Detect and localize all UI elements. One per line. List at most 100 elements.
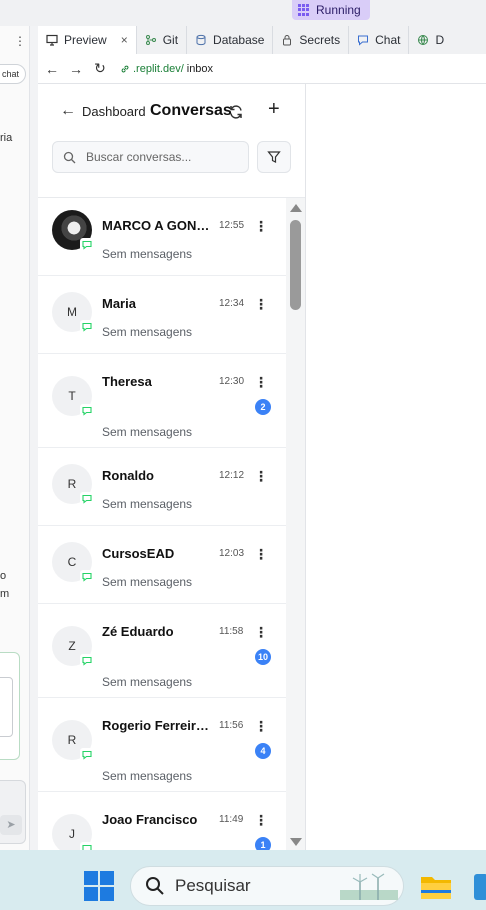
windows-start-icon[interactable] <box>84 871 114 901</box>
tab-git[interactable]: Git <box>137 26 188 54</box>
url-field[interactable]: .replit.dev/inbox <box>120 63 213 75</box>
message-preview: Sem mensagens <box>102 769 193 783</box>
browser-icon[interactable] <box>474 874 486 900</box>
conversation-item[interactable]: J Joao Francisco 11:49 ⋮ 1 <box>38 792 286 850</box>
whatsapp-chat-icon <box>80 320 94 334</box>
reload-icon[interactable]: ↻ <box>88 60 112 77</box>
avatar: R <box>52 720 94 762</box>
send-icon[interactable]: ➤ <box>0 815 22 835</box>
contact-name: Theresa <box>102 374 152 389</box>
conversation-item[interactable]: R Rogerio Ferreira🎻 11:56 ⋮ 4 Sem mensagens <box>38 698 286 792</box>
tab-preview[interactable]: Preview × <box>38 26 137 54</box>
url-path: inbox <box>186 62 214 75</box>
tab-label: Secrets <box>299 33 341 47</box>
whatsapp-chat-icon <box>80 404 94 418</box>
message-preview: Sem mensagens <box>102 675 193 689</box>
message-time: 12:55 <box>219 220 245 231</box>
scroll-up-arrow[interactable] <box>290 204 302 212</box>
tab-label: Git <box>162 33 179 47</box>
chat-icon <box>358 35 369 46</box>
avatar-initial: R <box>67 733 77 747</box>
panel-menu-icon[interactable]: ⋮ <box>14 34 26 48</box>
text-fragment: ria <box>0 132 13 144</box>
tab-secrets[interactable]: Secrets <box>273 26 350 54</box>
tab-label: Preview <box>64 33 107 47</box>
message-time: 12:12 <box>219 470 245 481</box>
chat-pill[interactable]: chat <box>0 64 26 84</box>
avatar: C <box>52 542 94 584</box>
avatar-initial: M <box>67 305 77 319</box>
unread-badge: 1 <box>255 837 271 850</box>
conversation-item[interactable]: T Theresa 12:30 ⋮ 2 Sem mensagens <box>38 354 286 448</box>
more-options-icon[interactable]: ⋮ <box>254 719 268 733</box>
search-icon <box>63 151 76 163</box>
tab-label: Chat <box>375 33 401 47</box>
back-arrow-icon[interactable]: ← <box>60 102 76 120</box>
message-time: 11:49 <box>219 814 244 825</box>
more-options-icon[interactable]: ⋮ <box>254 469 268 483</box>
page-title: Conversas <box>150 102 232 119</box>
message-time: 11:58 <box>219 626 244 637</box>
message-time: 12:34 <box>219 298 245 309</box>
message-time: 12:03 <box>219 548 245 559</box>
conversation-item[interactable]: R Ronaldo 12:12 ⋮ Sem mensagens <box>38 448 286 526</box>
conversation-item[interactable]: MARCO A GONC... 12:55 ⋮ Sem mensagens <box>38 198 286 276</box>
git-icon <box>145 35 156 45</box>
avatar <box>52 210 94 252</box>
more-options-icon[interactable]: ⋮ <box>254 375 268 389</box>
lock-icon <box>283 35 292 46</box>
globe-icon <box>418 35 429 45</box>
dashboard-link[interactable]: Dashboard <box>82 104 146 119</box>
wind-turbine-icon <box>340 873 398 900</box>
back-arrow-icon[interactable]: ← <box>40 61 64 77</box>
agent-textarea[interactable] <box>0 677 13 737</box>
whatsapp-chat-icon <box>80 492 94 506</box>
text-fragment: m <box>0 588 10 600</box>
scroll-down-arrow[interactable] <box>290 838 302 846</box>
contact-name: Rogerio Ferreira🎻 <box>102 718 216 733</box>
more-options-icon[interactable]: ⋮ <box>254 219 268 233</box>
forward-arrow-icon[interactable]: → <box>64 61 88 77</box>
monitor-icon <box>46 34 58 46</box>
new-conversation-button[interactable]: + <box>268 98 280 121</box>
close-icon[interactable]: × <box>121 33 128 47</box>
message-preview: Sem mensagens <box>102 497 193 511</box>
avatar: T <box>52 376 94 418</box>
agent-input-box <box>0 652 20 760</box>
avatar: R <box>52 464 94 506</box>
message-time: 12:30 <box>219 376 245 387</box>
tab-label: Database <box>213 33 265 47</box>
avatar-initial: J <box>69 827 75 841</box>
conversation-item[interactable]: C CursosEAD 12:03 ⋮ Sem mensagens <box>38 526 286 604</box>
whatsapp-chat-icon <box>80 842 94 850</box>
filter-button[interactable] <box>257 141 291 173</box>
contact-name: MARCO A GONC... <box>102 218 216 233</box>
contact-name: Joao Francisco <box>102 812 198 827</box>
database-icon <box>196 34 206 46</box>
conversation-item[interactable]: Z Zé Eduardo 11:58 ⋮ 10 Sem mensagens <box>38 604 286 698</box>
scrollbar[interactable] <box>286 198 305 850</box>
scroll-thumb[interactable] <box>290 220 301 310</box>
search-input[interactable] <box>86 150 236 164</box>
tab-database[interactable]: Database <box>187 26 274 54</box>
run-status-indicator[interactable]: Running <box>292 0 370 20</box>
more-options-icon[interactable]: ⋮ <box>254 625 268 639</box>
message-preview: Sem mensagens <box>102 425 193 439</box>
tab-deploy[interactable]: D <box>409 26 452 54</box>
more-options-icon[interactable]: ⋮ <box>254 547 268 561</box>
whatsapp-chat-icon <box>80 654 94 668</box>
more-options-icon[interactable]: ⋮ <box>254 813 268 827</box>
conversation-item[interactable]: M Maria 12:34 ⋮ Sem mensagens <box>38 276 286 354</box>
windows-taskbar: Pesquisar <box>0 850 486 910</box>
whatsapp-chat-icon <box>80 570 94 584</box>
refresh-icon[interactable] <box>228 104 244 120</box>
running-grid-icon <box>298 4 310 16</box>
app-header: ← Dashboard Conversas + <box>38 84 305 142</box>
message-preview: Sem mensagens <box>102 247 193 261</box>
search-icon <box>146 877 164 895</box>
file-explorer-icon[interactable] <box>420 872 452 900</box>
address-bar: ← → ↻ .replit.dev/inbox <box>38 54 486 84</box>
workspace-top-strip: Running <box>0 0 486 26</box>
more-options-icon[interactable]: ⋮ <box>254 297 268 311</box>
tab-chat[interactable]: Chat <box>349 26 410 54</box>
